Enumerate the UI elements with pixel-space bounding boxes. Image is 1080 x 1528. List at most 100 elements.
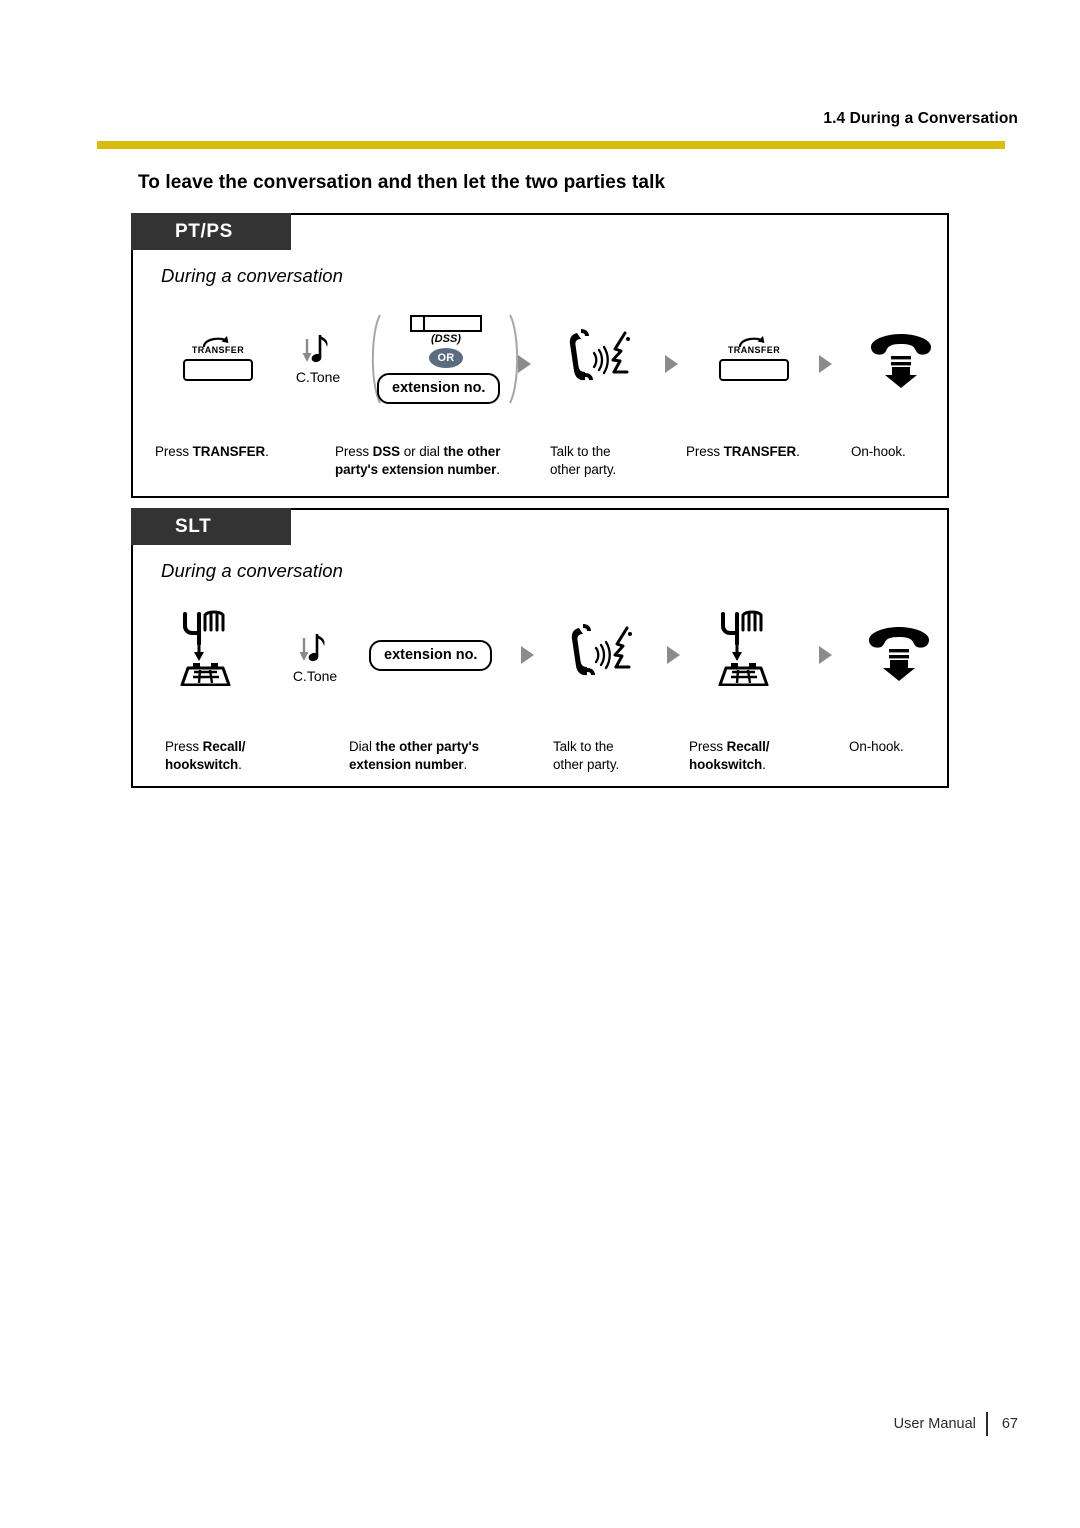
dss-key-shape[interactable] (410, 315, 482, 332)
caption-text: . (762, 756, 766, 772)
step-3-caption-ptps: Talk to the other party. (550, 443, 680, 478)
footer-divider (985, 1412, 988, 1436)
procedure-panel-slt: SLT During a conversation C.Tone extensi… (131, 508, 949, 788)
step-flow-ptps: TRANSFER C.Tone (DSS) OR extension no. T… (133, 313, 947, 410)
caption-strong: party's extension number (335, 461, 497, 477)
ctone-label: C.Tone (292, 668, 338, 684)
step-4-caption-ptps: Press TRANSFER. (686, 443, 856, 461)
step-1-icon-ptps: TRANSFER (175, 335, 261, 381)
talk-handset-icon (571, 624, 632, 676)
flow-arrow-1-ptps (518, 355, 531, 373)
running-head: 1.4 During a Conversation (823, 110, 1018, 127)
transfer-button-icon[interactable]: TRANSFER (175, 335, 261, 381)
caption-text: On-hook. (849, 739, 904, 754)
step-3-icon-ptps: (DSS) OR extension no. (365, 313, 525, 405)
step-5-icon-ptps: TRANSFER (711, 335, 797, 381)
caption-strong: extension number (349, 756, 464, 772)
on-hook-handset-icon (869, 627, 929, 681)
caption-strong: Recall/ (202, 739, 246, 754)
caption-text: other party. (550, 461, 617, 477)
or-badge: OR (429, 348, 463, 368)
step-flow-slt: C.Tone extension no. (133, 610, 947, 710)
step-1-icon-slt (175, 610, 237, 691)
extension-number-pill[interactable]: extension no. (369, 640, 493, 671)
caption-text: Press (155, 444, 193, 459)
step-2-icon-ptps: C.Tone (286, 333, 350, 391)
dss-or-extension-group-icon: (DSS) OR extension no. (365, 313, 525, 405)
step-5-caption-ptps: On-hook. (851, 443, 961, 461)
caption-strong: DSS (372, 444, 401, 459)
confirmation-tone-icon: C.Tone (286, 333, 350, 391)
caption-strong: hookswitch (165, 756, 239, 772)
caption-text: On-hook. (851, 444, 906, 459)
flow-arrow-3-slt (819, 646, 832, 664)
procedure-panel-ptps: PT/PS During a conversation TRANSFER C.T… (131, 213, 949, 498)
step-1-caption-ptps: Press TRANSFER. (155, 443, 325, 461)
caption-text: . (496, 461, 500, 477)
transfer-key-label: TRANSFER (727, 345, 781, 355)
caption-strong: Recall/ (726, 739, 770, 754)
step-1-caption-slt: Press Recall/hookswitch. (165, 738, 335, 773)
caption-text: . (238, 756, 242, 772)
panel-subtitle-slt: During a conversation (161, 560, 344, 581)
caption-text: Press (689, 739, 727, 754)
dss-key-label: (DSS) (431, 333, 461, 345)
step-4-caption-slt: Press Recall/hookswitch. (689, 738, 859, 773)
caption-text: . (265, 444, 269, 459)
caption-strong: TRANSFER (192, 444, 266, 459)
caption-text: Press (165, 739, 203, 754)
extension-number-pill[interactable]: extension no. (377, 373, 501, 404)
header-rule (97, 141, 1005, 149)
transfer-key-label: TRANSFER (191, 345, 245, 355)
recall-hookswitch-icon[interactable] (175, 610, 237, 687)
caption-text: Dial (349, 739, 376, 754)
step-4-icon-slt (565, 622, 639, 689)
caption-strong: TRANSFER (723, 444, 797, 459)
step-2-caption-slt: Dial the other party's extension number. (349, 738, 559, 773)
caption-text: or dial (400, 444, 444, 459)
page-footer: User Manual 67 (894, 1412, 1018, 1436)
manual-page: 1.4 During a Conversation To leave the c… (0, 0, 1080, 1528)
caption-text: other party. (553, 756, 620, 772)
footer-manual-label: User Manual (893, 1416, 976, 1432)
panel-tab-ptps: PT/PS (131, 213, 291, 250)
transfer-button-icon[interactable]: TRANSFER (711, 335, 797, 381)
recall-hookswitch-icon[interactable] (713, 610, 775, 687)
panel-tab-label: PT/PS (175, 220, 233, 242)
caption-text: Press (335, 444, 373, 459)
step-3-icon-slt: extension no. (369, 640, 493, 671)
step-3-caption-slt: Talk to the other party. (553, 738, 683, 773)
flow-arrow-2-ptps (665, 355, 678, 373)
flow-arrow-1-slt (521, 646, 534, 664)
panel-tab-label: SLT (175, 515, 212, 537)
panel-tab-slt: SLT (131, 508, 291, 545)
step-2-icon-slt: C.Tone (283, 632, 347, 690)
flow-arrow-3-ptps (819, 355, 832, 373)
talk-handset-icon (569, 329, 630, 381)
caption-text: Press (686, 444, 724, 459)
panel-subtitle-ptps: During a conversation (161, 265, 344, 286)
caption-text: . (796, 444, 800, 459)
flow-arrow-2-slt (667, 646, 680, 664)
transfer-key-shape (719, 359, 789, 381)
step-6-icon-ptps (863, 331, 939, 394)
footer-page-number: 67 (1001, 1416, 1018, 1432)
caption-strong: the other (443, 444, 501, 459)
step-5-caption-slt: On-hook. (849, 738, 959, 756)
caption-text: . (463, 756, 468, 772)
page-title: To leave the conversation and then let t… (138, 172, 666, 193)
step-5-icon-slt (713, 610, 775, 691)
ctone-label: C.Tone (295, 369, 341, 385)
music-note-glyph (302, 335, 328, 363)
step-6-icon-slt (861, 624, 937, 687)
caption-text: Talk to the (553, 739, 614, 754)
transfer-key-shape (183, 359, 253, 381)
caption-text: Talk to the (550, 444, 611, 459)
caption-strong: the other party's (375, 739, 480, 754)
step-4-icon-ptps (563, 327, 637, 394)
music-note-glyph (299, 634, 325, 662)
caption-strong: hookswitch (689, 756, 763, 772)
on-hook-handset-icon (871, 334, 931, 388)
confirmation-tone-icon: C.Tone (283, 632, 347, 690)
step-2-caption-ptps: Press DSS or dial the other party's exten… (335, 443, 545, 478)
